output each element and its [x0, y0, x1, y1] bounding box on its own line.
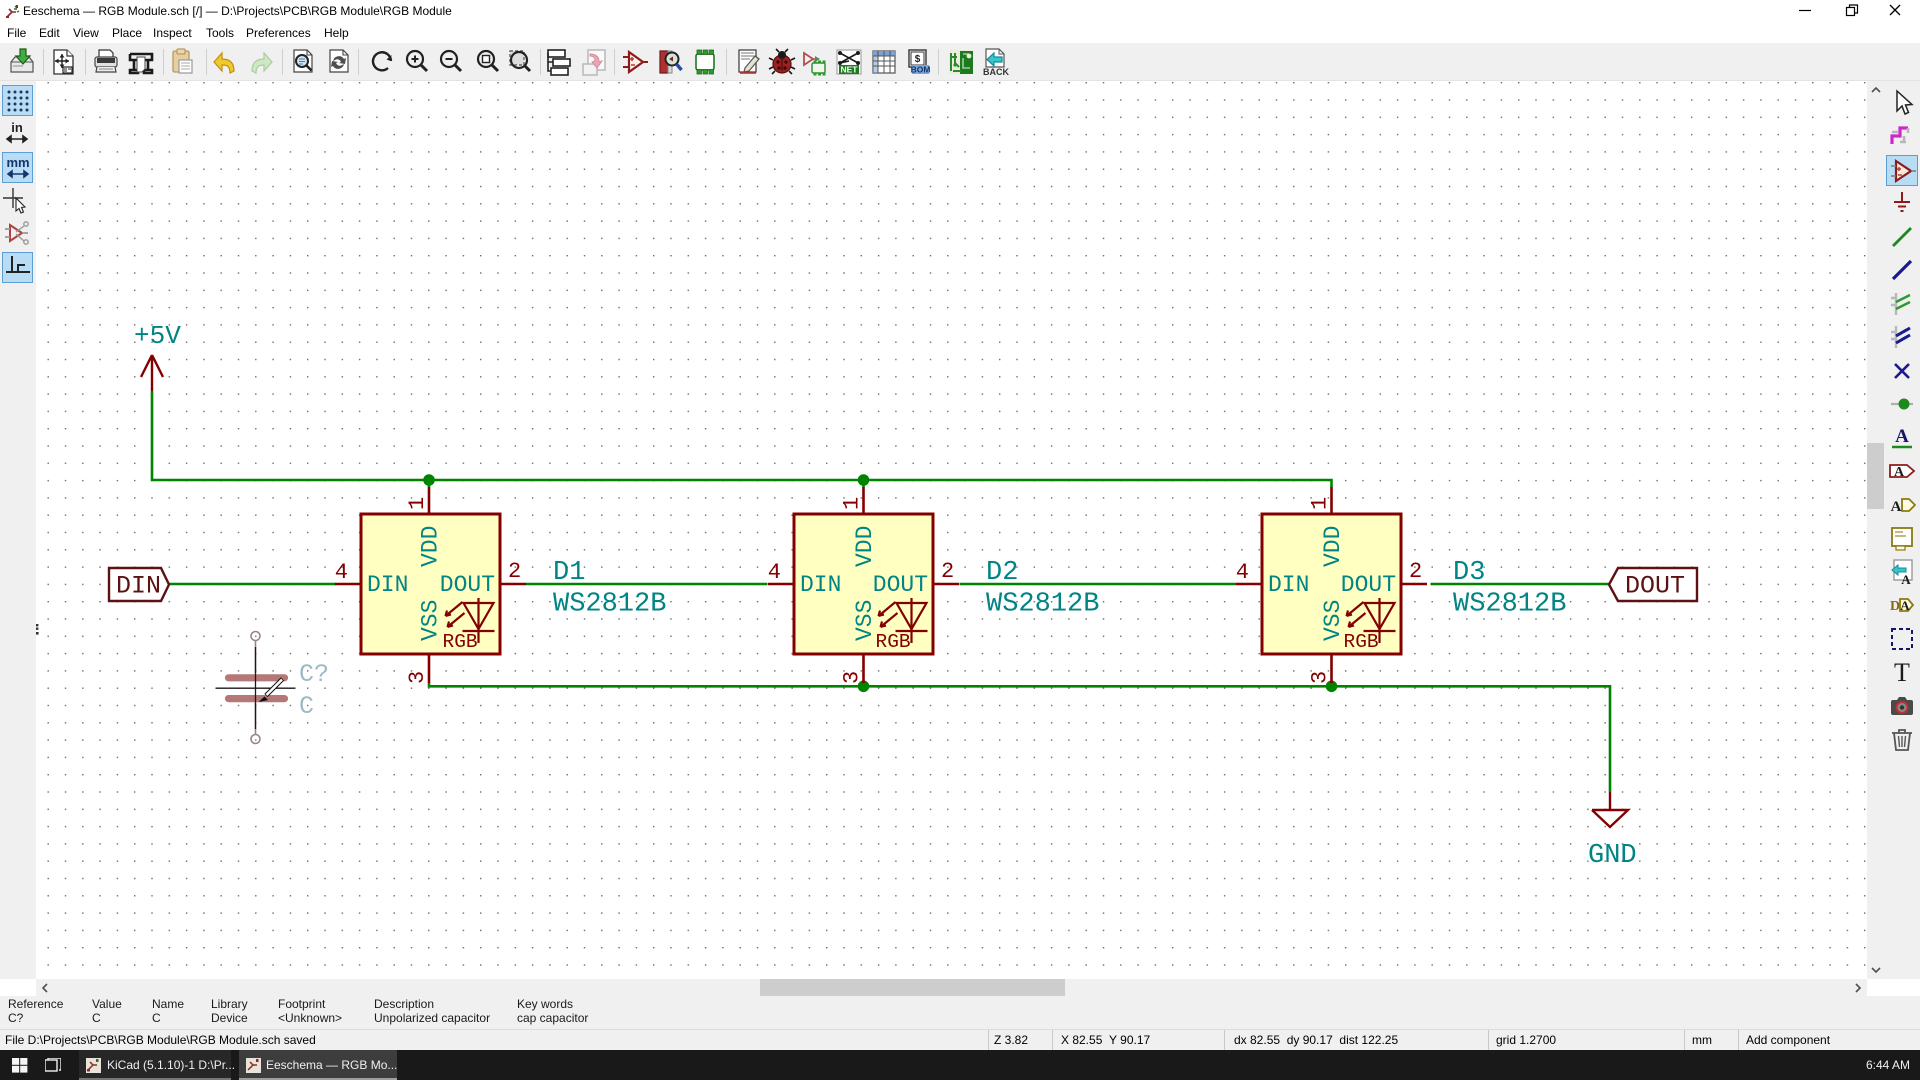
svg-text:3: 3: [1308, 671, 1333, 684]
svg-text:1: 1: [405, 497, 430, 510]
svg-text:C: C: [299, 692, 314, 721]
svg-text:4: 4: [335, 560, 348, 585]
svg-text:4: 4: [768, 560, 781, 585]
svg-text:NET: NET: [841, 65, 859, 75]
svg-text:1: 1: [840, 497, 865, 510]
svg-text:VSS: VSS: [1320, 600, 1346, 641]
svg-text:RGB: RGB: [876, 631, 911, 653]
svg-text:A: A: [1891, 499, 1902, 515]
svg-text:mm: mm: [6, 155, 29, 170]
svg-text:A: A: [1895, 426, 1909, 447]
svg-text:A: A: [1894, 465, 1905, 480]
svg-text:A: A: [1901, 572, 1911, 586]
svg-text:4: 4: [1236, 560, 1249, 585]
svg-text:BACK: BACK: [983, 67, 1009, 76]
svg-text:DIN: DIN: [800, 572, 841, 598]
svg-text:2: 2: [941, 559, 954, 584]
svg-text:$: $: [915, 54, 921, 65]
svg-text:2: 2: [508, 559, 521, 584]
svg-text:WS2812B: WS2812B: [986, 590, 1099, 620]
svg-text:T: T: [1894, 658, 1910, 686]
svg-text:D2: D2: [986, 558, 1018, 588]
svg-text:GND: GND: [1588, 841, 1637, 871]
svg-text:WS2812B: WS2812B: [553, 590, 666, 620]
svg-text:VDD: VDD: [852, 526, 878, 567]
svg-text:+5V: +5V: [134, 321, 181, 351]
svg-text:C?: C?: [299, 660, 329, 689]
svg-text:DOUT: DOUT: [1625, 572, 1685, 601]
svg-text:VSS: VSS: [852, 600, 878, 641]
svg-text:A: A: [1900, 598, 1910, 613]
svg-text:WS2812B: WS2812B: [1453, 590, 1566, 620]
svg-text:DOUT: DOUT: [1341, 572, 1396, 598]
svg-text:DOUT: DOUT: [873, 572, 928, 598]
svg-text:RGB: RGB: [443, 631, 478, 653]
svg-text:DIN: DIN: [367, 572, 408, 598]
svg-text:DIN: DIN: [1268, 572, 1309, 598]
svg-text:1: 1: [1308, 497, 1333, 510]
svg-text:RGB: RGB: [1344, 631, 1379, 653]
svg-text:DOUT: DOUT: [440, 572, 495, 598]
svg-text:D1: D1: [553, 558, 585, 588]
svg-text:BOM: BOM: [911, 65, 931, 75]
svg-text:D: D: [1890, 599, 1900, 614]
svg-text:2: 2: [1409, 559, 1422, 584]
svg-text:in: in: [11, 120, 23, 135]
svg-text:D3: D3: [1453, 558, 1485, 588]
svg-text:DIN: DIN: [116, 572, 161, 601]
svg-text:VDD: VDD: [418, 526, 444, 567]
svg-text:3: 3: [840, 671, 865, 684]
svg-text:VSS: VSS: [418, 600, 444, 641]
svg-text:3: 3: [405, 671, 430, 684]
svg-text:VDD: VDD: [1320, 526, 1346, 567]
